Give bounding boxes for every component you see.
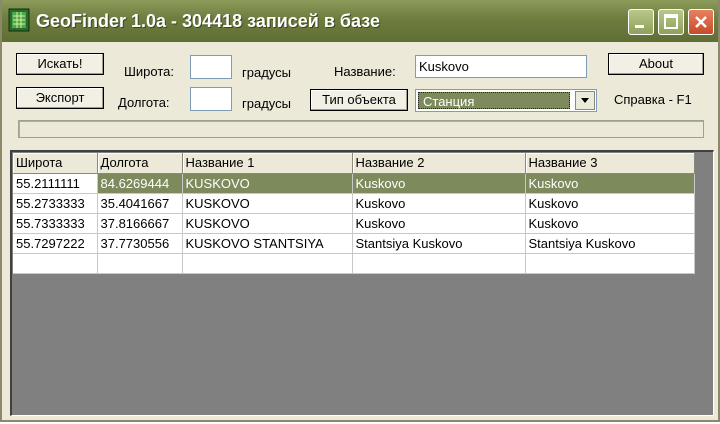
app-window: GeoFinder 1.0a - 304418 записей в базе И… <box>0 0 720 422</box>
object-type-button[interactable]: Тип объекта <box>310 89 408 111</box>
title-bar[interactable]: GeoFinder 1.0a - 304418 записей в базе <box>2 0 718 42</box>
object-type-select[interactable]: Станция <box>415 89 597 112</box>
cell-latitude[interactable] <box>13 253 98 274</box>
longitude-label: Долгота: <box>118 95 170 110</box>
cell-name-1[interactable]: KUSKOVO <box>182 173 353 194</box>
dropdown-arrow-button[interactable] <box>575 91 595 110</box>
grid-header-row: Широта Долгота Название 1 Название 2 Наз… <box>13 153 695 174</box>
cell-name-3[interactable]: Kuskovo <box>525 193 695 214</box>
window-title: GeoFinder 1.0a - 304418 записей в базе <box>36 11 380 31</box>
cell-name-2[interactable]: Kuskovo <box>352 173 526 194</box>
object-type-selected-value: Станция <box>418 92 570 109</box>
table-row-empty[interactable] <box>13 253 695 274</box>
table-row[interactable]: 55.7333333 37.8166667 KUSKOVO Kuskovo Ku… <box>13 213 695 234</box>
cell-longitude[interactable]: 84.6269444 <box>97 173 183 194</box>
results-table: Широта Долгота Название 1 Название 2 Наз… <box>13 153 695 274</box>
cell-name-2[interactable]: Kuskovo <box>352 213 526 234</box>
about-button[interactable]: About <box>608 53 704 75</box>
maximize-icon <box>664 14 678 29</box>
chevron-down-icon <box>581 98 589 103</box>
column-header-latitude[interactable]: Широта <box>13 153 98 174</box>
close-button[interactable] <box>688 9 714 35</box>
cell-name-1[interactable]: KUSKOVO <box>182 213 353 234</box>
table-row[interactable]: 55.7297222 37.7730556 KUSKOVO STANTSIYA … <box>13 233 695 254</box>
column-header-name-2[interactable]: Название 2 <box>352 153 526 174</box>
table-row[interactable]: 55.2111111 84.6269444 KUSKOVO Kuskovo Ku… <box>13 173 695 194</box>
minimize-button[interactable] <box>628 9 654 35</box>
cell-latitude[interactable]: 55.7333333 <box>13 213 98 234</box>
cell-name-3[interactable]: Kuskovo <box>525 173 695 194</box>
name-label: Название: <box>334 64 396 79</box>
search-button[interactable]: Искать! <box>16 53 104 75</box>
results-grid[interactable]: Широта Долгота Название 1 Название 2 Наз… <box>10 150 714 416</box>
status-bar <box>18 120 704 138</box>
column-header-name-1[interactable]: Название 1 <box>182 153 353 174</box>
globe-app-icon <box>8 8 30 32</box>
close-icon <box>695 16 707 28</box>
cell-name-2[interactable]: Kuskovo <box>352 193 526 214</box>
cell-name-1[interactable]: KUSKOVO <box>182 193 353 214</box>
table-row[interactable]: 55.2733333 35.4041667 KUSKOVO Kuskovo Ku… <box>13 193 695 214</box>
cell-name-3[interactable]: Kuskovo <box>525 213 695 234</box>
cell-latitude[interactable]: 55.2733333 <box>13 193 98 214</box>
column-header-name-3[interactable]: Название 3 <box>525 153 695 174</box>
longitude-degrees-label: градусы <box>242 96 291 111</box>
cell-latitude[interactable]: 55.7297222 <box>13 233 98 254</box>
cell-longitude[interactable]: 37.8166667 <box>97 213 183 234</box>
longitude-input[interactable] <box>190 87 232 111</box>
latitude-label: Широта: <box>124 64 175 79</box>
cell-name-1[interactable]: KUSKOVO STANTSIYA <box>182 233 353 254</box>
cell-name-2[interactable] <box>352 253 526 274</box>
cell-longitude[interactable]: 37.7730556 <box>97 233 183 254</box>
cell-name-2[interactable]: Stantsiya Kuskovo <box>352 233 526 254</box>
name-input[interactable] <box>415 55 587 78</box>
maximize-button[interactable] <box>658 9 684 35</box>
help-hint: Справка - F1 <box>614 92 692 107</box>
latitude-degrees-label: градусы <box>242 65 291 80</box>
export-button[interactable]: Экспорт <box>16 87 104 109</box>
cell-name-3[interactable] <box>525 253 695 274</box>
cell-longitude[interactable] <box>97 253 183 274</box>
minimize-icon <box>635 25 644 28</box>
column-header-longitude[interactable]: Долгота <box>97 153 183 174</box>
cell-name-1[interactable] <box>182 253 353 274</box>
cell-latitude[interactable]: 55.2111111 <box>13 173 98 194</box>
cell-name-3[interactable]: Stantsiya Kuskovo <box>525 233 695 254</box>
latitude-input[interactable] <box>190 55 232 79</box>
cell-longitude[interactable]: 35.4041667 <box>97 193 183 214</box>
